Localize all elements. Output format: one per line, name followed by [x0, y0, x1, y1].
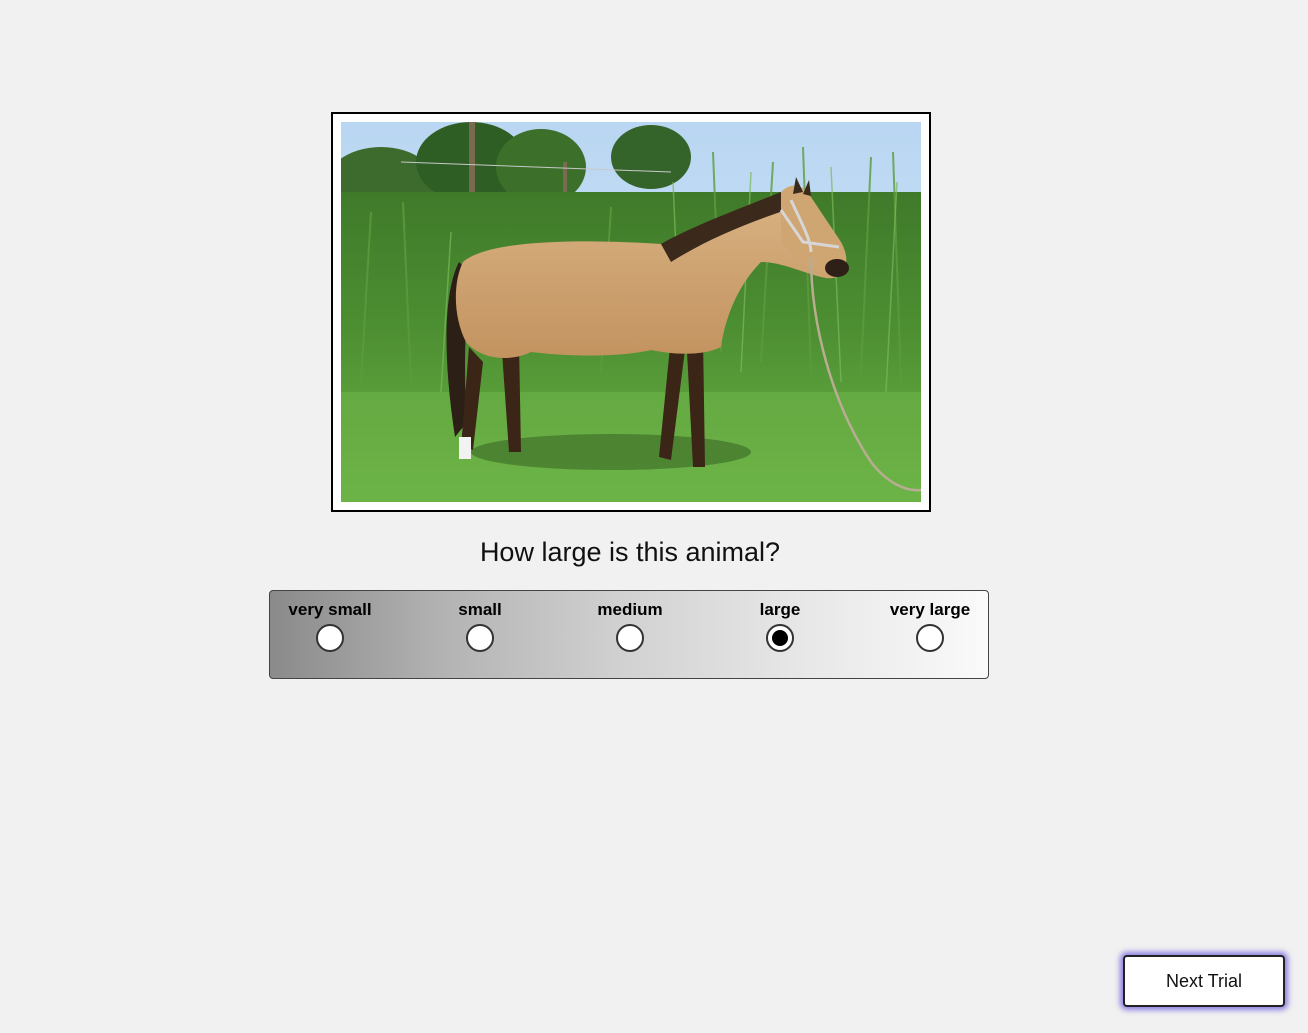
radio-very-small[interactable]: [316, 624, 344, 652]
rating-label-large: large: [759, 600, 801, 619]
rating-label-small: small: [458, 600, 502, 619]
question-text: How large is this animal?: [479, 537, 781, 567]
rating-label-very-small: very small: [288, 600, 372, 619]
size-rating-scale: very small small medium large very large: [269, 590, 989, 679]
next-trial-button[interactable]: Next Trial: [1123, 955, 1285, 1007]
radio-large[interactable]: [766, 624, 794, 652]
rating-option-very-large[interactable]: very large: [855, 599, 1005, 652]
horse-photo: [341, 122, 921, 502]
rating-option-large[interactable]: large: [705, 599, 855, 652]
radio-medium[interactable]: [616, 624, 644, 652]
rating-label-very-large: very large: [889, 600, 971, 619]
rating-option-very-small[interactable]: very small: [255, 599, 405, 652]
rating-option-small[interactable]: small: [405, 599, 555, 652]
rating-label-medium: medium: [597, 600, 663, 619]
radio-small[interactable]: [466, 624, 494, 652]
rating-option-medium[interactable]: medium: [555, 599, 705, 652]
stimulus-frame: [331, 112, 931, 512]
radio-very-large[interactable]: [916, 624, 944, 652]
